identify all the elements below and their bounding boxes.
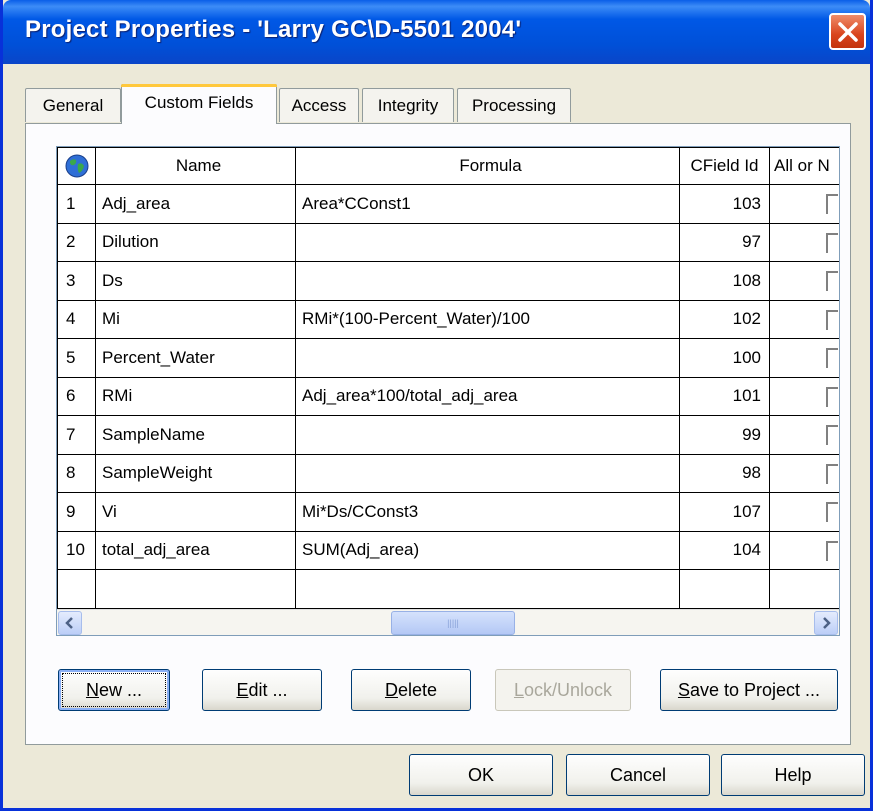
table-row[interactable]: 10 total_adj_area SUM(Adj_area) 104 — [57, 530, 839, 570]
table-row[interactable]: 7 SampleName 99 — [57, 415, 839, 455]
lock-unlock-button[interactable]: Lock/Unlock — [495, 669, 631, 711]
table-row[interactable]: 6 RMi Adj_area*100/total_adj_area 101 — [57, 376, 839, 416]
horizontal-scrollbar[interactable]: ||||| — [57, 609, 839, 635]
scroll-thumb[interactable]: ||||| — [391, 611, 515, 635]
custom-fields-grid[interactable]: Name Formula CField Id All or N 1 Adj_are… — [56, 146, 840, 636]
checkbox[interactable] — [826, 386, 838, 407]
checkbox[interactable] — [826, 425, 838, 445]
chevron-right-icon — [823, 617, 831, 629]
delete-button[interactable]: Delete — [351, 669, 471, 711]
tab-general[interactable]: General — [25, 88, 121, 122]
checkbox[interactable] — [826, 540, 838, 561]
column-header-all-or[interactable]: All or N — [769, 147, 839, 185]
table-row[interactable]: 8 SampleWeight 98 — [57, 453, 839, 493]
checkbox[interactable] — [826, 502, 838, 522]
table-row[interactable]: 9 Vi Mi*Ds/CConst3 107 — [57, 492, 839, 532]
project-properties-dialog: Project Properties - 'Larry GC\D-5501 20… — [0, 0, 873, 811]
new-button[interactable]: New ... — [58, 669, 170, 711]
table-row-empty[interactable] — [57, 569, 839, 609]
column-header-formula[interactable]: Formula — [295, 147, 680, 185]
table-row[interactable]: 4 Mi RMi*(100-Percent_Water)/100 102 — [57, 299, 839, 339]
ok-button[interactable]: OK — [409, 754, 553, 796]
table-row[interactable]: 2 Dilution 97 — [57, 222, 839, 262]
title-bar[interactable]: Project Properties - 'Larry GC\D-5501 20… — [3, 0, 870, 64]
checkbox[interactable] — [826, 309, 838, 330]
close-button[interactable] — [829, 13, 866, 50]
edit-button[interactable]: Edit ... — [202, 669, 322, 711]
scroll-left-button[interactable] — [58, 611, 82, 635]
checkbox[interactable] — [826, 463, 838, 484]
custom-fields-panel: Name Formula CField Id All or N 1 Adj_are… — [25, 123, 851, 745]
table-row[interactable]: 3 Ds 108 — [57, 261, 839, 301]
window-title: Project Properties - 'Larry GC\D-5501 20… — [25, 16, 522, 43]
tab-custom-fields[interactable]: Custom Fields — [121, 84, 277, 124]
grid-header-row: Name Formula CField Id All or N — [57, 147, 839, 185]
help-button[interactable]: Help — [721, 754, 865, 796]
close-icon — [838, 22, 858, 42]
tab-access[interactable]: Access — [279, 88, 359, 122]
cancel-button[interactable]: Cancel — [566, 754, 710, 796]
column-header-cfield-id[interactable]: CField Id — [679, 147, 770, 185]
table-row[interactable]: 5 Percent_Water 100 — [57, 338, 839, 378]
scroll-right-button[interactable] — [814, 611, 838, 635]
globe-icon — [65, 154, 88, 178]
column-header-name[interactable]: Name — [95, 147, 296, 185]
table-row[interactable]: 1 Adj_area Area*CConst1 103 — [57, 184, 839, 224]
checkbox[interactable] — [826, 271, 838, 291]
tab-processing[interactable]: Processing — [457, 88, 571, 122]
checkbox[interactable] — [826, 194, 838, 214]
chevron-left-icon — [65, 617, 73, 629]
globe-header-cell[interactable] — [57, 147, 96, 185]
tab-integrity[interactable]: Integrity — [362, 88, 454, 122]
save-to-project-button[interactable]: Save to Project ... — [660, 669, 838, 711]
checkbox[interactable] — [826, 232, 838, 253]
checkbox[interactable] — [826, 348, 838, 368]
